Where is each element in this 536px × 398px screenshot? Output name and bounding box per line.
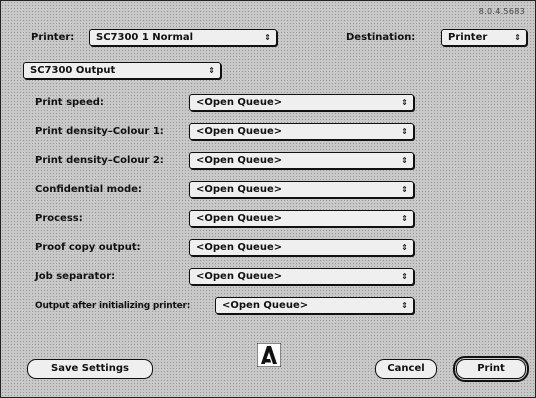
updown-arrows-icon: ⇕ (401, 185, 408, 194)
cancel-button[interactable]: Cancel (375, 359, 437, 379)
option-popup-value: <Open Queue> (196, 213, 283, 224)
version-text: 8.0.4.5683 (478, 7, 525, 16)
print-button[interactable]: Print (453, 356, 529, 382)
printer-popup-value: SC7300 1 Normal (96, 32, 194, 43)
option-popup-confidential-mode[interactable]: <Open Queue> ⇕ (189, 181, 414, 198)
option-label-process: Process: (35, 213, 83, 224)
destination-label: Destination: (346, 32, 416, 43)
updown-arrows-icon: ⇕ (401, 127, 408, 136)
option-label-print-speed: Print speed: (35, 97, 104, 108)
updown-arrows-icon: ⇕ (401, 156, 408, 165)
option-label-print-density-colour-2: Print density–Colour 2: (35, 155, 164, 166)
option-popup-print-density-colour-2[interactable]: <Open Queue> ⇕ (189, 152, 414, 169)
option-popup-value: <Open Queue> (196, 126, 283, 137)
updown-arrows-icon: ⇕ (401, 272, 408, 281)
section-popup-value: SC7300 Output (30, 65, 116, 76)
option-label-print-density-colour-1: Print density–Colour 1: (35, 126, 164, 137)
option-popup-job-separator[interactable]: <Open Queue> ⇕ (189, 268, 414, 285)
option-popup-value: <Open Queue> (196, 242, 283, 253)
updown-arrows-icon: ⇕ (514, 33, 521, 42)
updown-arrows-icon: ⇕ (401, 98, 408, 107)
option-label-job-separator: Job separator: (35, 271, 116, 282)
destination-popup-value: Printer (448, 32, 488, 43)
option-popup-value: <Open Queue> (196, 155, 283, 166)
print-dialog: 8.0.4.5683 Printer: SC7300 1 Normal ⇕ De… (0, 0, 536, 398)
option-popup-value: <Open Queue> (196, 271, 283, 282)
option-popup-process[interactable]: <Open Queue> ⇕ (189, 210, 414, 227)
option-popup-value: <Open Queue> (222, 300, 309, 311)
option-popup-value: <Open Queue> (196, 184, 283, 195)
option-popup-print-speed[interactable]: <Open Queue> ⇕ (189, 94, 414, 111)
option-label-confidential-mode: Confidential mode: (35, 184, 142, 195)
printer-label: Printer: (31, 32, 75, 43)
option-popup-proof-copy-output[interactable]: <Open Queue> ⇕ (189, 239, 414, 256)
section-popup[interactable]: SC7300 Output ⇕ (23, 62, 221, 79)
updown-arrows-icon: ⇕ (401, 243, 408, 252)
option-popup-value: <Open Queue> (196, 97, 283, 108)
printer-popup[interactable]: SC7300 1 Normal ⇕ (89, 29, 277, 46)
option-label-output-after-initializing-printer: Output after initializing printer: (35, 301, 191, 311)
updown-arrows-icon: ⇕ (401, 214, 408, 223)
option-label-proof-copy-output: Proof copy output: (35, 242, 141, 253)
updown-arrows-icon: ⇕ (264, 33, 271, 42)
adobe-logo-icon (257, 343, 281, 367)
updown-arrows-icon: ⇕ (208, 66, 215, 75)
option-popup-print-density-colour-1[interactable]: <Open Queue> ⇕ (189, 123, 414, 140)
option-popup-output-after-initializing-printer[interactable]: <Open Queue> ⇕ (215, 297, 414, 314)
save-settings-button[interactable]: Save Settings (27, 359, 153, 379)
destination-popup[interactable]: Printer ⇕ (441, 29, 527, 46)
updown-arrows-icon: ⇕ (401, 301, 408, 310)
